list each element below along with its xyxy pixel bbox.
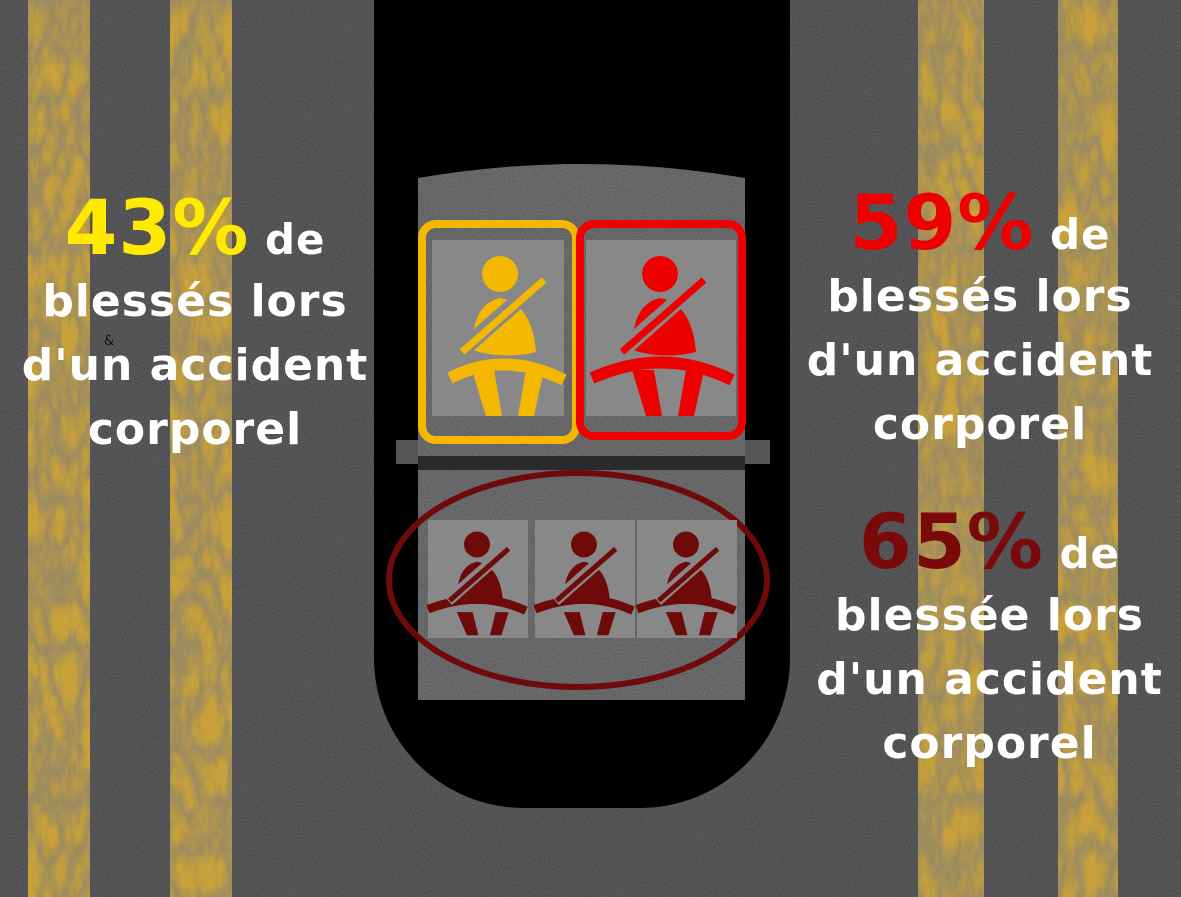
- stat-percent: 65%: [858, 497, 1044, 586]
- stat-passenger: 59% de blessés lors d'un accident corpor…: [805, 181, 1155, 457]
- stat-line: corporel: [872, 399, 1088, 450]
- stat-line: blessés lors: [42, 276, 348, 327]
- stat-suffix: de: [1034, 210, 1111, 259]
- infographic-canvas: 43% de blessés lors d'un accident corpor…: [0, 0, 1181, 897]
- stat-line: corporel: [882, 718, 1097, 769]
- stat-line: d'un accident: [806, 335, 1154, 386]
- stat-driver: 43% de blessés lors d'un accident corpor…: [20, 186, 370, 462]
- stray-mark: &: [104, 334, 115, 349]
- stat-line: corporel: [87, 404, 303, 455]
- stat-rear: 65% de blessée lors d'un accident corpor…: [812, 500, 1167, 776]
- stat-line: blessés lors: [827, 271, 1133, 322]
- stat-suffix: de: [249, 215, 326, 264]
- driver-seat: [418, 220, 580, 444]
- passenger-seat: [576, 220, 746, 440]
- stat-suffix: de: [1043, 529, 1121, 578]
- stat-line: blessée lors: [835, 590, 1144, 641]
- stat-percent: 43%: [64, 183, 250, 272]
- stat-line: d'un accident: [816, 654, 1163, 705]
- stat-line: d'un accident: [21, 340, 369, 391]
- stat-percent: 59%: [849, 178, 1035, 267]
